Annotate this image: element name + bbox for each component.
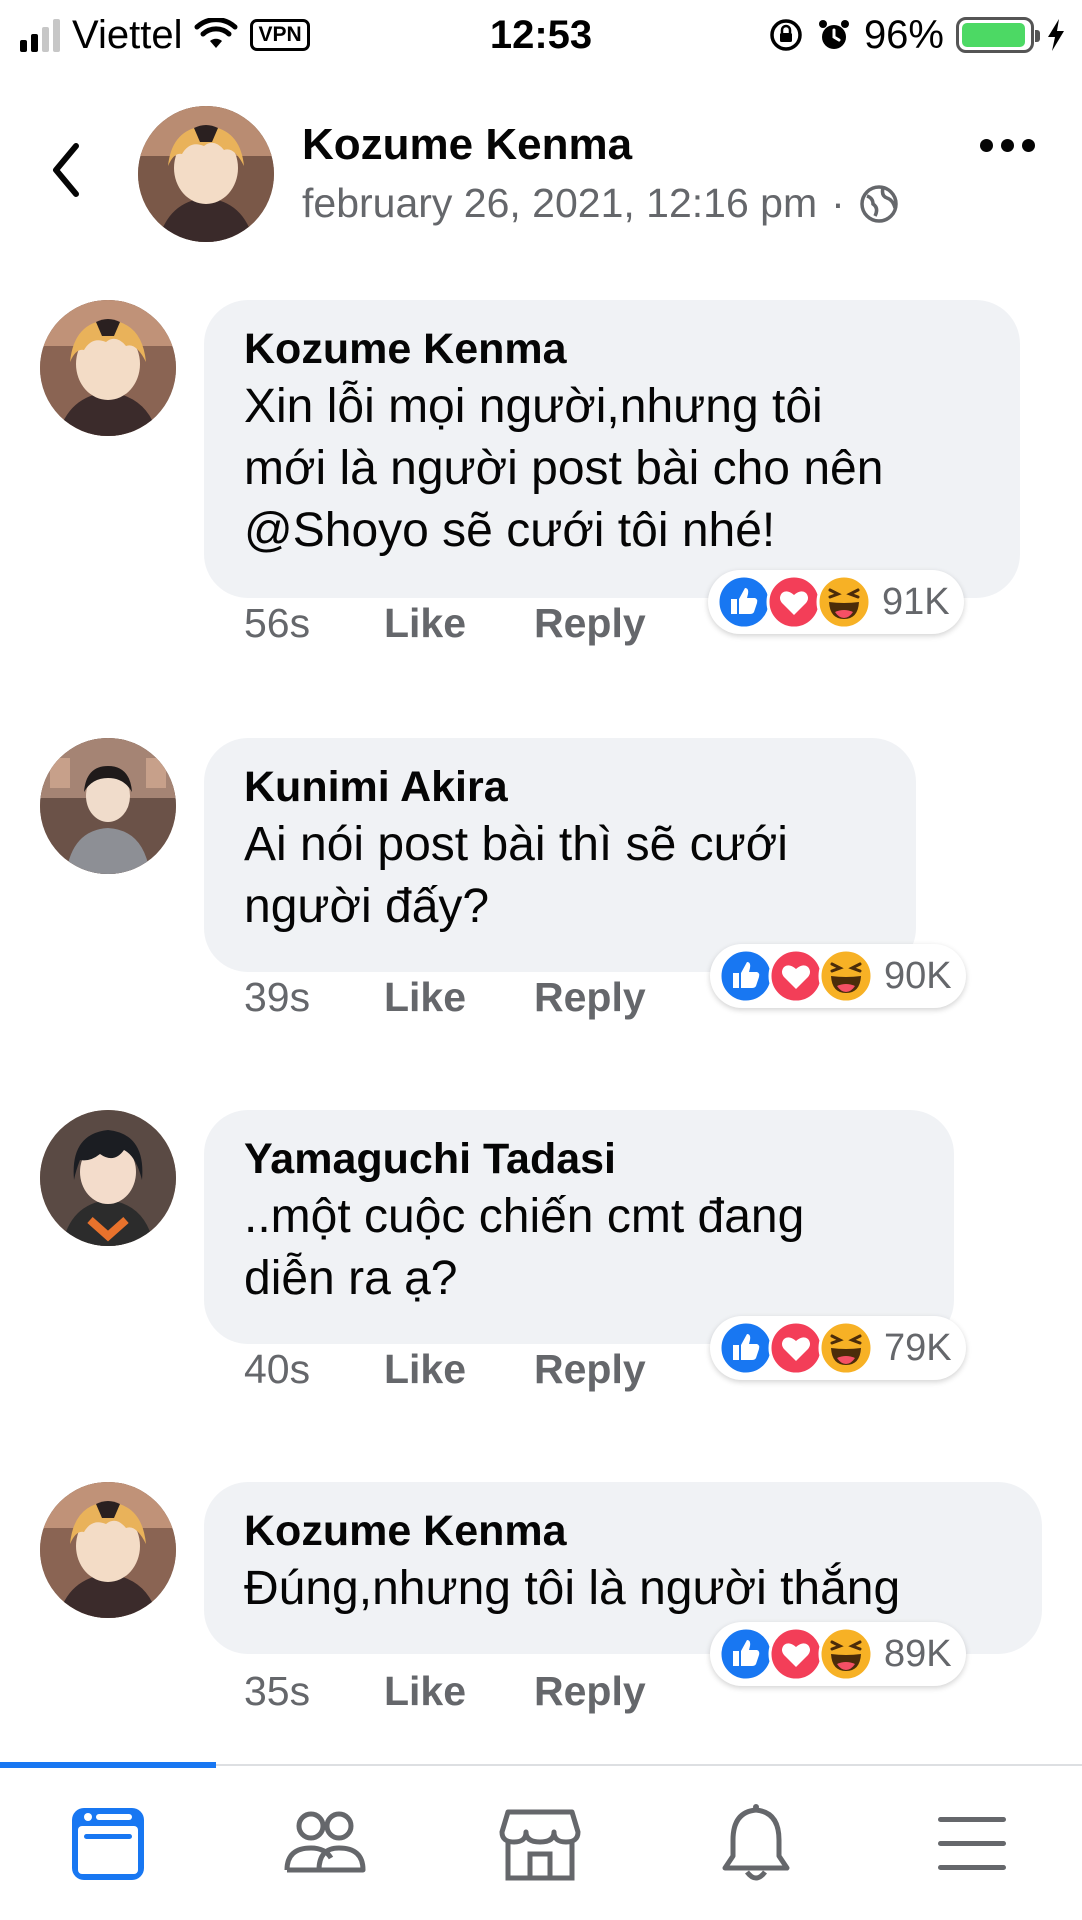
comment-text: ..một cuộc chiến cmt đang diễn ra ạ? xyxy=(244,1190,805,1305)
marketplace-icon xyxy=(499,1809,581,1881)
notifications-icon xyxy=(722,1804,790,1881)
tab-menu[interactable] xyxy=(864,1766,1080,1920)
reaction-count: 90K xyxy=(884,954,952,997)
back-button[interactable] xyxy=(40,135,90,205)
comment-author[interactable]: Kozume Kenma xyxy=(244,322,980,376)
tab-notifications[interactable] xyxy=(648,1766,864,1920)
avatar[interactable] xyxy=(138,106,274,242)
reaction-summary[interactable]: 90K xyxy=(710,944,966,1008)
comment-timestamp: 56s xyxy=(244,600,311,646)
reaction-summary[interactable]: 89K xyxy=(710,1622,966,1686)
love-icon xyxy=(768,1626,824,1682)
more-options-button[interactable] xyxy=(972,130,1042,160)
bottom-tab-bar xyxy=(0,1762,1082,1920)
reaction-count: 89K xyxy=(884,1632,952,1675)
like-button[interactable]: Like xyxy=(384,1346,534,1393)
like-icon xyxy=(718,1320,774,1376)
battery-icon xyxy=(956,17,1040,53)
love-icon xyxy=(766,574,822,630)
comment-text: Ai nói post bài thì sẽ cưới người đấy? xyxy=(244,818,788,933)
avatar[interactable] xyxy=(40,738,176,874)
comment-bubble[interactable]: Kozume Kenma Xin lỗi mọi người,nhưng tôi… xyxy=(204,300,1020,598)
comment-timestamp: 40s xyxy=(244,1346,311,1392)
avatar[interactable] xyxy=(40,1110,176,1246)
like-icon xyxy=(716,574,772,630)
meta-separator: · xyxy=(831,180,845,226)
comment-author[interactable]: Yamaguchi Tadasi xyxy=(244,1132,914,1186)
comment: Kunimi Akira Ai nói post bài thì sẽ cưới… xyxy=(0,738,1082,1020)
reaction-count: 79K xyxy=(884,1326,952,1369)
reaction-summary[interactable]: 91K xyxy=(708,570,964,634)
like-button[interactable]: Like xyxy=(384,600,534,647)
news-feed-icon xyxy=(72,1808,144,1880)
haha-icon xyxy=(818,1320,874,1376)
haha-icon xyxy=(818,948,874,1004)
like-button[interactable]: Like xyxy=(384,974,534,1021)
haha-icon xyxy=(816,574,872,630)
haha-icon xyxy=(818,1626,874,1682)
tab-friends[interactable] xyxy=(216,1766,432,1920)
tab-news-feed[interactable] xyxy=(0,1766,216,1920)
avatar[interactable] xyxy=(40,1482,176,1618)
comment-timestamp: 39s xyxy=(244,974,311,1020)
chevron-left-icon xyxy=(53,143,79,197)
reply-button[interactable]: Reply xyxy=(534,600,646,647)
love-icon xyxy=(768,1320,824,1376)
reaction-summary[interactable]: 79K xyxy=(710,1316,966,1380)
reply-button[interactable]: Reply xyxy=(534,974,646,1021)
comment: Kozume Kenma Đúng,nhưng tôi là người thắ… xyxy=(0,1482,1082,1714)
battery-percent: 96% xyxy=(863,12,944,57)
post-timestamp: february 26, 2021, 12:16 pm xyxy=(302,180,818,226)
comment-text: Đúng,nhưng tôi là người thắng xyxy=(244,1562,901,1615)
globe-icon xyxy=(860,184,898,223)
orientation-lock-icon xyxy=(770,19,802,51)
comment-author[interactable]: Kozume Kenma xyxy=(244,1504,1002,1558)
comment-bubble[interactable]: Yamaguchi Tadasi ..một cuộc chiến cmt đa… xyxy=(204,1110,954,1344)
reply-button[interactable]: Reply xyxy=(534,1668,646,1715)
comment-text: Xin lỗi mọi người,nhưng tôi mới là người… xyxy=(244,380,884,557)
reaction-count: 91K xyxy=(882,580,950,623)
post-header: Kozume Kenma february 26, 2021, 12:16 pm… xyxy=(0,100,1082,250)
friends-icon xyxy=(284,1811,366,1873)
alarm-icon xyxy=(818,20,849,49)
love-icon xyxy=(768,948,824,1004)
comment-author[interactable]: Kunimi Akira xyxy=(244,760,876,814)
charging-bolt-icon xyxy=(1048,19,1064,51)
post-author-name[interactable]: Kozume Kenma xyxy=(302,120,632,170)
status-bar: Viettel VPN 12:53 96% xyxy=(0,0,1082,70)
avatar[interactable] xyxy=(40,300,176,436)
like-icon xyxy=(718,1626,774,1682)
tab-marketplace[interactable] xyxy=(432,1766,648,1920)
comment-timestamp: 35s xyxy=(244,1668,311,1714)
comment: Yamaguchi Tadasi ..một cuộc chiến cmt đa… xyxy=(0,1110,1082,1392)
comment-bubble[interactable]: Kunimi Akira Ai nói post bài thì sẽ cưới… xyxy=(204,738,916,972)
comment: Kozume Kenma Xin lỗi mọi người,nhưng tôi… xyxy=(0,300,1082,646)
like-button[interactable]: Like xyxy=(384,1668,534,1715)
like-icon xyxy=(718,948,774,1004)
reply-button[interactable]: Reply xyxy=(534,1346,646,1393)
post-meta: february 26, 2021, 12:16 pm · xyxy=(302,180,899,227)
menu-icon xyxy=(938,1817,1006,1870)
